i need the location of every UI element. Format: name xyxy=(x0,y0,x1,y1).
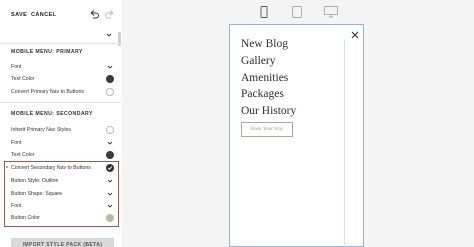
chevron-down-icon[interactable] xyxy=(106,32,112,38)
nav-link-new-blog[interactable]: New Blog xyxy=(241,38,288,50)
section-divider xyxy=(0,43,122,44)
row-label: Inherit Primary Nav Styles xyxy=(11,127,71,133)
section-title-primary: MOBILE MENU: PRIMARY xyxy=(11,49,83,55)
style-editor-panel: SAVE CANCEL MOBILE MENU: PRIMARY Font Te… xyxy=(0,0,122,247)
row-button-font[interactable]: Font xyxy=(0,200,122,212)
device-switcher xyxy=(0,6,474,20)
mobile-device-icon[interactable] xyxy=(260,6,268,18)
row-label: Text Color xyxy=(11,76,35,82)
check-icon xyxy=(107,166,113,170)
row-secondary-font[interactable]: Font xyxy=(0,137,122,149)
nav-link-packages[interactable]: Packages xyxy=(241,88,284,100)
nav-link-amenities[interactable]: Amenities xyxy=(241,72,288,84)
preview-guide-line xyxy=(344,40,345,247)
row-button-style[interactable]: Button Style: Outline xyxy=(0,175,122,187)
checkbox-checked[interactable] xyxy=(106,164,114,172)
toggle-circle[interactable] xyxy=(106,88,114,96)
row-button-shape[interactable]: Button Shape: Square xyxy=(0,188,122,200)
chevron-down-icon[interactable] xyxy=(107,191,113,197)
color-swatch[interactable] xyxy=(106,75,114,83)
close-icon[interactable] xyxy=(350,30,360,40)
row-convert-primary[interactable]: Convert Primary Nav to Buttons xyxy=(0,86,122,98)
nav-link-gallery[interactable]: Gallery xyxy=(241,55,275,67)
tablet-device-icon[interactable] xyxy=(292,6,302,18)
row-label: Font xyxy=(11,64,22,70)
row-label: Button Style: Outline xyxy=(11,178,59,184)
row-label: Text Color xyxy=(11,152,35,158)
desktop-device-icon[interactable] xyxy=(324,6,338,18)
chevron-down-icon[interactable] xyxy=(107,178,113,184)
chevron-down-icon[interactable] xyxy=(107,140,113,146)
row-convert-secondary[interactable]: Convert Secondary Nav to Buttons xyxy=(0,162,122,174)
section-divider xyxy=(0,102,122,103)
color-swatch[interactable] xyxy=(106,151,114,159)
chevron-down-icon[interactable] xyxy=(107,203,113,209)
book-your-stay-button[interactable]: Book Your Stay xyxy=(241,122,293,137)
chevron-down-icon[interactable] xyxy=(107,64,113,70)
row-label: Font xyxy=(11,140,22,146)
row-primary-font[interactable]: Font xyxy=(0,61,122,73)
row-label: Button Shape: Square xyxy=(11,191,63,197)
nav-link-our-history[interactable]: Our History xyxy=(241,105,296,117)
row-primary-text-color[interactable]: Text Color xyxy=(0,73,122,85)
row-inherit-primary[interactable]: Inherit Primary Nav Styles xyxy=(0,124,122,136)
toggle-circle[interactable] xyxy=(106,126,114,134)
section-title-secondary: MOBILE MENU: SECONDARY xyxy=(11,111,93,117)
row-button-color[interactable]: Button Color xyxy=(0,212,122,224)
row-label: Button Color xyxy=(11,215,40,221)
row-label: Convert Secondary Nav to Buttons xyxy=(11,165,91,171)
row-label: Font xyxy=(11,203,22,209)
row-label: Convert Primary Nav to Buttons xyxy=(11,89,84,95)
color-swatch[interactable] xyxy=(106,214,114,222)
row-secondary-text-color[interactable]: Text Color xyxy=(0,149,122,161)
import-style-pack-button[interactable]: IMPORT STYLE PACK (BETA) xyxy=(11,238,114,247)
